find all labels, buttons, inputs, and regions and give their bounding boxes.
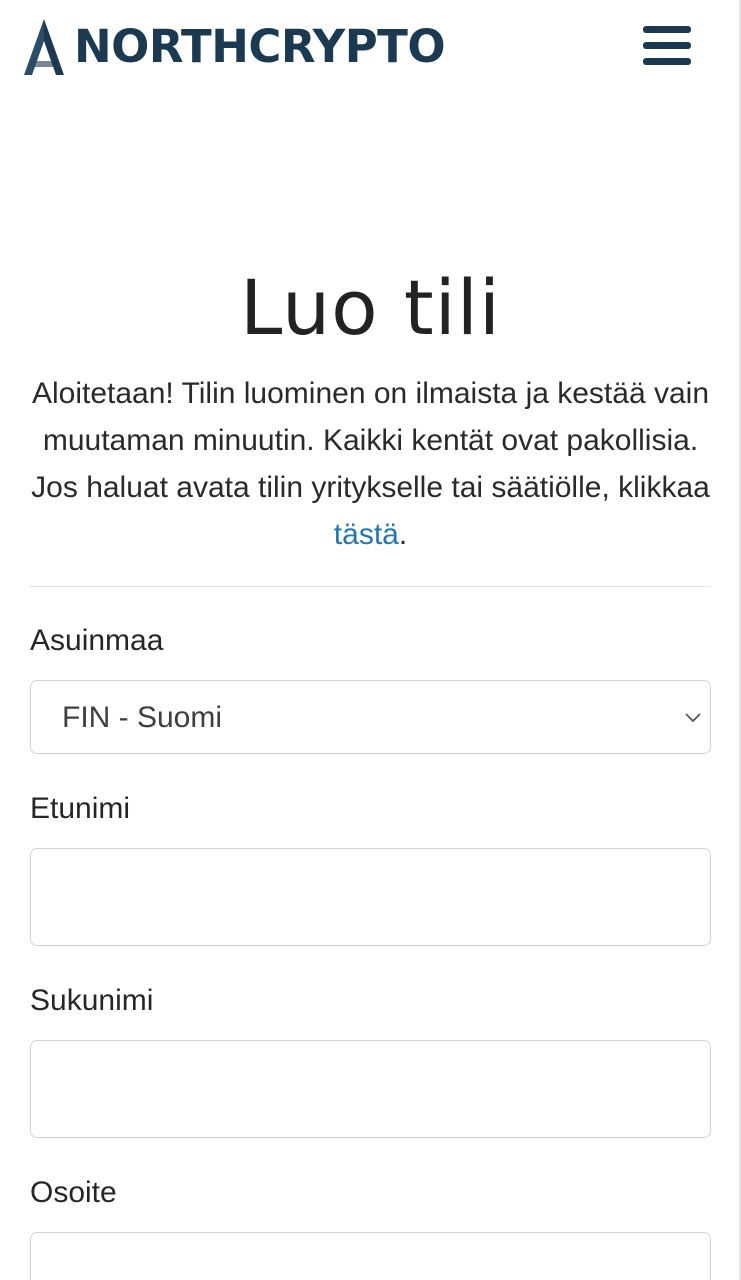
logo-text: NORTHCRYPTO [74,20,446,73]
chevron-down-icon [685,713,701,723]
divider [30,586,711,587]
country-label: Asuinmaa [30,624,164,657]
intro-text-body: Aloitetaan! Tilin luominen on ilmaista j… [31,377,710,504]
last-name-input[interactable] [30,1040,711,1138]
first-name-label: Etunimi [30,792,131,825]
intro-text-end: . [398,518,408,551]
menu-bar [643,42,691,49]
address-input[interactable] [30,1232,711,1280]
menu-bar [643,58,691,65]
first-name-input[interactable] [30,848,711,946]
address-label: Osoite [30,1176,117,1209]
northcrypto-logo[interactable]: NORTHCRYPTO [22,16,446,78]
country-select-value: FIN - Suomi [62,701,223,734]
intro-text: Aloitetaan! Tilin luominen on ilmaista j… [30,370,711,558]
site-header: NORTHCRYPTO [0,0,739,90]
page-title: Luo tili [240,263,501,352]
company-account-link[interactable]: tästä [334,518,399,551]
last-name-label: Sukunimi [30,984,154,1017]
hamburger-menu-icon[interactable] [643,26,691,66]
logo-mark-icon [24,19,64,75]
signup-page: NORTHCRYPTO Luo tili Aloitetaan! Tilin l… [0,0,741,1280]
country-select[interactable]: FIN - Suomi [30,680,711,754]
menu-bar [643,26,691,33]
